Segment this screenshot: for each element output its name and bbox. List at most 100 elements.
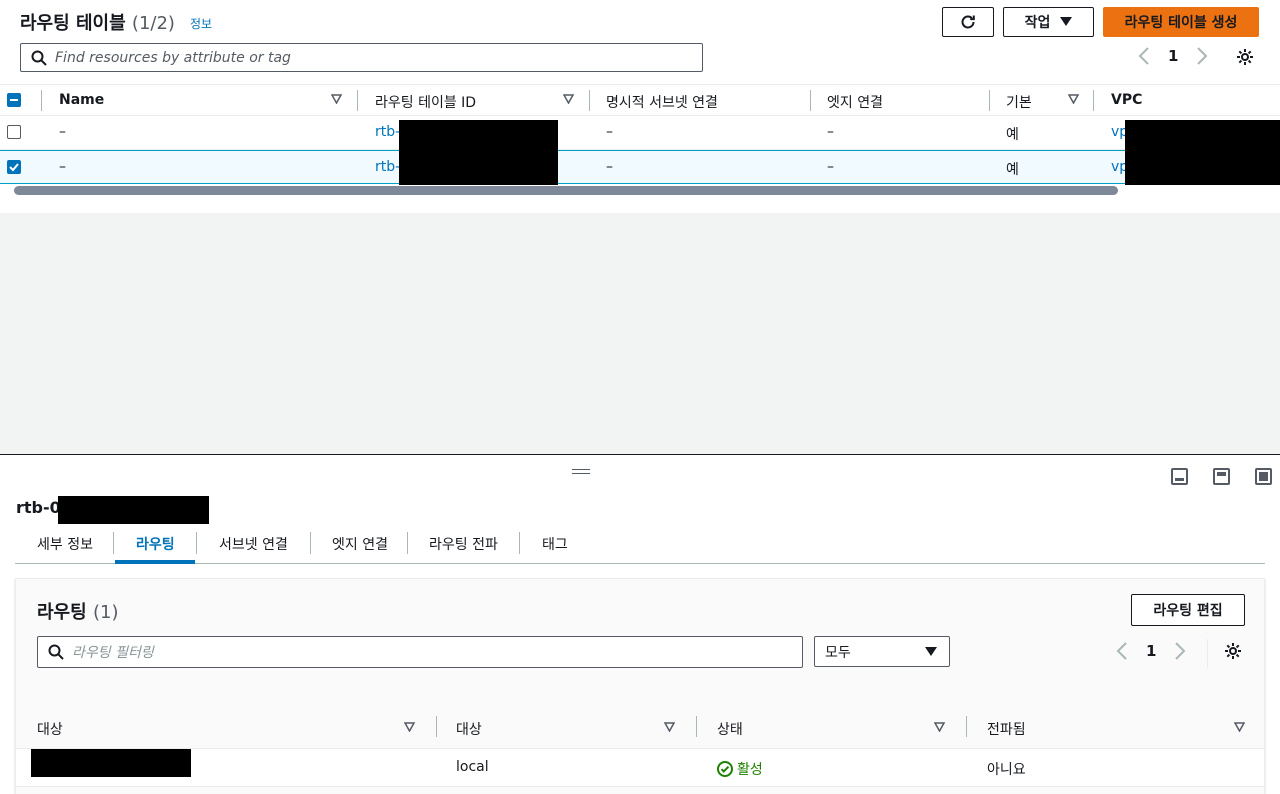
chevron-right-icon[interactable] — [1196, 47, 1208, 65]
tab-details[interactable]: 세부 정보 — [37, 534, 93, 554]
info-link[interactable]: 정보 — [190, 15, 212, 32]
route-row: local 활성 아니요 — [16, 749, 1264, 787]
cell-subnet: – — [606, 124, 613, 140]
row-checkbox-checked[interactable] — [7, 160, 21, 174]
redacted-block — [31, 749, 191, 777]
column-header-propagated[interactable]: 전파됨 — [987, 719, 1026, 739]
tab-divider — [196, 532, 197, 554]
active-tab-underline — [115, 560, 195, 564]
detail-tabs: 세부 정보 라우팅 서브넷 연결 엣지 연결 라우팅 전파 태그 — [15, 526, 1265, 564]
sort-caret-icon[interactable] — [563, 94, 574, 104]
table-header: Name 라우팅 테이블 ID 명시적 서브넷 연결 엣지 연결 기본 VPC — [0, 84, 1280, 116]
routes-title-text: 라우팅 — [37, 602, 87, 623]
selection-count: (1/2) — [131, 13, 175, 34]
column-divider — [810, 90, 811, 111]
column-header-status[interactable]: 상태 — [717, 719, 743, 739]
create-route-table-button[interactable]: 라우팅 테이블 생성 — [1103, 7, 1259, 37]
row-checkbox[interactable] — [7, 125, 21, 139]
tab-divider — [310, 532, 311, 554]
table-row[interactable]: – rtb- – – 예 vp — [0, 116, 1280, 150]
column-divider — [966, 716, 967, 737]
sort-caret-icon[interactable] — [664, 722, 675, 732]
cell-propagated: 아니요 — [987, 762, 1026, 778]
route-tables-panel: 라우팅 테이블 (1/2) 정보 작업 라우팅 테이블 생성 Find reso… — [0, 0, 1280, 455]
cell-edge: – — [827, 159, 834, 175]
table-row-selected[interactable]: – rtb- – – 예 vp — [0, 150, 1280, 184]
preferences-gear-icon[interactable] — [1224, 642, 1242, 660]
search-placeholder: Find resources by attribute or tag — [55, 49, 291, 66]
panel-bottom-icon[interactable] — [1171, 468, 1188, 485]
split-panel-divider[interactable] — [0, 454, 1280, 455]
pagination: 1 — [1138, 47, 1208, 65]
tab-divider — [113, 532, 114, 554]
cell-route-table-id[interactable]: rtb- — [375, 159, 400, 175]
column-divider — [696, 716, 697, 737]
cell-edge: – — [827, 124, 834, 140]
cell-route-table-id[interactable]: rtb- — [375, 124, 400, 140]
route-filter-input[interactable]: 라우팅 필터링 — [37, 636, 803, 668]
preferences-gear-icon[interactable] — [1236, 48, 1254, 66]
panel-half-icon[interactable] — [1213, 468, 1230, 485]
chevron-left-icon[interactable] — [1138, 47, 1150, 65]
page-title-text: 라우팅 테이블 — [20, 13, 126, 34]
column-header-target[interactable]: 대상 — [456, 719, 482, 739]
edit-routes-button[interactable]: 라우팅 편집 — [1131, 594, 1245, 626]
routes-count: (1) — [92, 602, 119, 623]
pager-divider — [1207, 639, 1208, 669]
tab-routes[interactable]: 라우팅 — [136, 534, 175, 554]
tab-subnet-associations[interactable]: 서브넷 연결 — [219, 534, 288, 554]
refresh-button[interactable] — [942, 7, 994, 37]
tab-divider — [407, 532, 408, 554]
resource-search-input[interactable]: Find resources by attribute or tag — [20, 43, 703, 72]
routes-card: 라우팅 (1) 라우팅 편집 라우팅 필터링 모두 1 대상 대상 상태 전파됨… — [15, 578, 1265, 794]
chevron-right-icon[interactable] — [1174, 642, 1186, 660]
tab-edge-associations[interactable]: 엣지 연결 — [332, 534, 388, 554]
column-divider — [41, 90, 42, 111]
column-divider — [357, 90, 358, 111]
sort-caret-icon[interactable] — [404, 722, 415, 732]
select-all-checkbox[interactable] — [7, 93, 21, 107]
tab-tags[interactable]: 태그 — [542, 534, 568, 554]
sort-caret-icon[interactable] — [934, 722, 945, 732]
actions-button[interactable]: 작업 — [1003, 7, 1094, 37]
cell-name: – — [59, 159, 66, 175]
column-divider — [1093, 90, 1094, 111]
redacted-block — [1125, 120, 1280, 185]
actions-button-label: 작업 — [1024, 15, 1051, 31]
sort-caret-icon[interactable] — [1068, 94, 1079, 104]
status-text: 활성 — [737, 762, 763, 778]
detail-title: rtb-0 — [16, 498, 61, 517]
panel-full-icon[interactable] — [1255, 468, 1272, 485]
column-divider — [436, 716, 437, 737]
redacted-block — [399, 120, 558, 185]
cell-main: 예 — [1006, 127, 1019, 143]
redacted-block — [58, 496, 209, 524]
tab-divider — [519, 532, 520, 554]
tab-route-propagation[interactable]: 라우팅 전파 — [429, 534, 498, 554]
caret-down-icon — [925, 646, 937, 656]
caret-down-icon — [1060, 17, 1073, 26]
select-value: 모두 — [825, 644, 851, 661]
column-header-main[interactable]: 기본 — [1006, 92, 1032, 112]
column-divider — [989, 90, 990, 111]
cell-status: 활성 — [717, 759, 763, 779]
column-divider — [589, 90, 590, 111]
sort-caret-icon[interactable] — [1234, 722, 1245, 732]
sort-caret-icon[interactable] — [331, 94, 342, 104]
column-header-edge[interactable]: 엣지 연결 — [827, 92, 883, 112]
route-filter-select[interactable]: 모두 — [814, 636, 950, 667]
chevron-left-icon[interactable] — [1116, 642, 1128, 660]
column-header-route-table-id[interactable]: 라우팅 테이블 ID — [375, 92, 476, 112]
column-header-vpc[interactable]: VPC — [1111, 92, 1142, 108]
cell-target: local — [456, 759, 489, 775]
resize-handle-icon[interactable] — [572, 469, 590, 474]
routes-table-header: 대상 대상 상태 전파됨 — [16, 705, 1264, 749]
page-number[interactable]: 1 — [1168, 47, 1178, 65]
pagination: 1 — [1116, 642, 1186, 660]
routes-title: 라우팅 (1) — [37, 598, 118, 624]
column-header-explicit-subnet[interactable]: 명시적 서브넷 연결 — [606, 92, 718, 112]
column-header-destination[interactable]: 대상 — [37, 719, 63, 739]
page-number[interactable]: 1 — [1146, 642, 1156, 660]
column-header-name[interactable]: Name — [59, 92, 104, 108]
horizontal-scrollbar[interactable] — [14, 186, 1118, 195]
